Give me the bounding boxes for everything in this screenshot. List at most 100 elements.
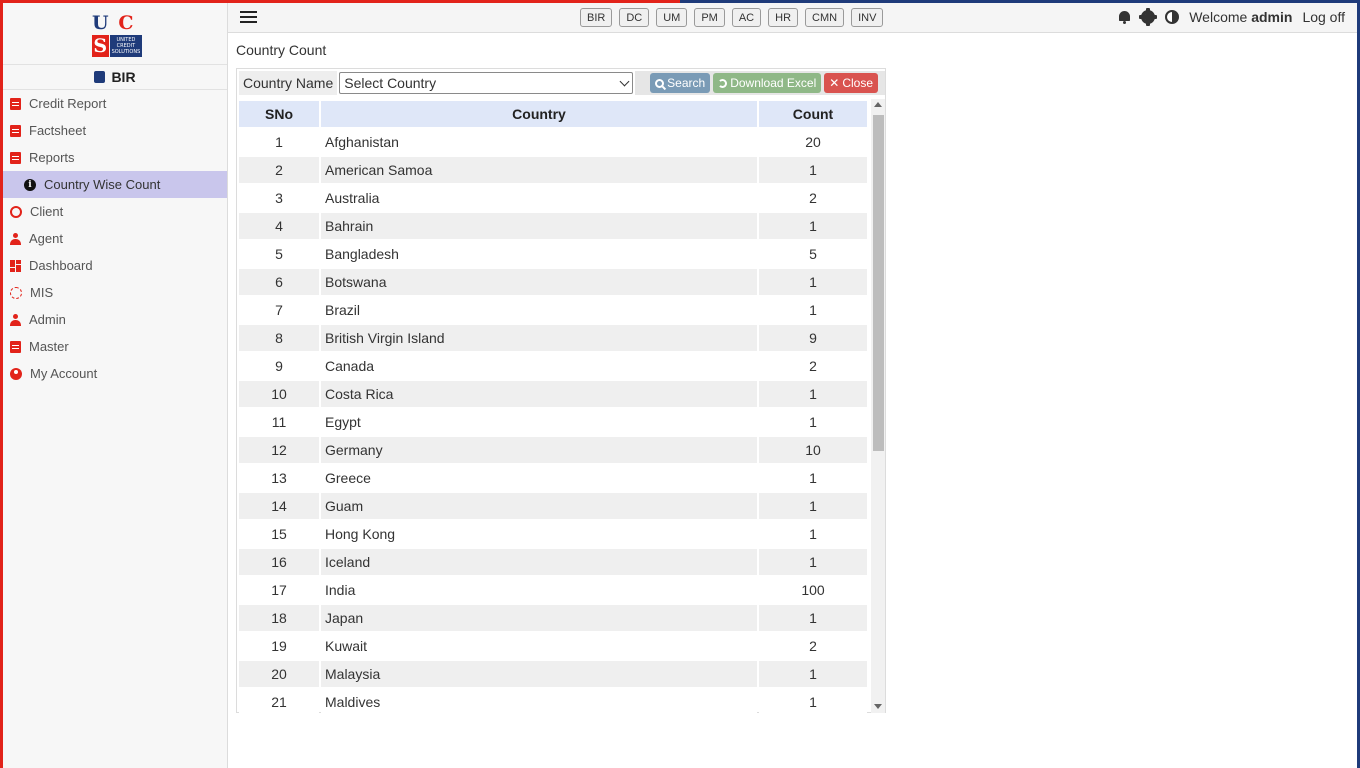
- module-button-dc[interactable]: DC: [619, 8, 650, 27]
- table-row[interactable]: 11 Egypt 1: [239, 409, 867, 435]
- table-row[interactable]: 4 Bahrain 1: [239, 213, 867, 239]
- scroll-down-arrow-icon[interactable]: [874, 704, 882, 709]
- table-row[interactable]: 5 Bangladesh 5: [239, 241, 867, 267]
- sidebar-item-mis[interactable]: MIS: [3, 279, 227, 306]
- table-body: 1 Afghanistan 20 2 American Samoa 1 3 Australia…: [239, 129, 867, 713]
- cell-country: Kuwait: [321, 633, 757, 659]
- cell-country: Brazil: [321, 297, 757, 323]
- search-button[interactable]: Search: [650, 73, 711, 93]
- cell-count: 20: [759, 129, 867, 155]
- table-row[interactable]: 13 Greece 1: [239, 465, 867, 491]
- scroll-thumb[interactable]: [873, 115, 884, 451]
- cell-sno: 17: [239, 577, 319, 603]
- cell-country: Germany: [321, 437, 757, 463]
- table-row[interactable]: 21 Maldives 1: [239, 689, 867, 713]
- action-buttons: Search Download Excel ✕ Close: [635, 71, 885, 95]
- cell-sno: 4: [239, 213, 319, 239]
- sidebar-item-agent[interactable]: Agent: [3, 225, 227, 252]
- cell-count: 1: [759, 661, 867, 687]
- sidebar-item-credit-report[interactable]: Credit Report: [3, 90, 227, 117]
- table-row[interactable]: 1 Afghanistan 20: [239, 129, 867, 155]
- country-count-table: SNo Country Count 1 Afghanistan 20 2 America…: [237, 99, 869, 713]
- cell-country: American Samoa: [321, 157, 757, 183]
- table-row[interactable]: 15 Hong Kong 1: [239, 521, 867, 547]
- table-row[interactable]: 6 Botswana 1: [239, 269, 867, 295]
- module-button-hr[interactable]: HR: [768, 8, 799, 27]
- cell-count: 2: [759, 185, 867, 211]
- sidebar-item-admin[interactable]: Admin: [3, 306, 227, 333]
- cell-count: 1: [759, 549, 867, 575]
- module-button-bir[interactable]: BIR: [580, 8, 613, 27]
- module-button-cmn[interactable]: CMN: [805, 8, 845, 27]
- sidebar-item-master[interactable]: Master: [3, 333, 227, 360]
- notification-bell-icon[interactable]: [1118, 10, 1131, 24]
- cell-count: 1: [759, 689, 867, 713]
- logoff-link[interactable]: Log off: [1302, 9, 1345, 25]
- table-row[interactable]: 12 Germany 10: [239, 437, 867, 463]
- logo-letter-u: U: [92, 11, 109, 34]
- column-header-country[interactable]: Country: [321, 101, 757, 127]
- table-row[interactable]: 19 Kuwait 2: [239, 633, 867, 659]
- sidebar-item-label: Master: [29, 339, 69, 354]
- theme-contrast-icon[interactable]: [1165, 10, 1180, 24]
- sidebar-item-client[interactable]: Client: [3, 198, 227, 225]
- table-row[interactable]: 2 American Samoa 1: [239, 157, 867, 183]
- search-icon: [655, 78, 665, 88]
- cell-sno: 7: [239, 297, 319, 323]
- menu-toggle-icon[interactable]: [240, 11, 257, 24]
- table-row[interactable]: 9 Canada 2: [239, 353, 867, 379]
- sidebar-item-label: Dashboard: [29, 258, 93, 273]
- cell-sno: 5: [239, 241, 319, 267]
- cell-sno: 21: [239, 689, 319, 713]
- module-button-inv[interactable]: INV: [851, 8, 884, 27]
- module-button-pm[interactable]: PM: [694, 8, 725, 27]
- module-button-um[interactable]: UM: [656, 8, 688, 27]
- close-button[interactable]: ✕ Close: [824, 73, 878, 93]
- cell-count: 1: [759, 269, 867, 295]
- factsheet-icon: [10, 124, 21, 137]
- cell-sno: 14: [239, 493, 319, 519]
- sidebar: U C S UNITED CREDIT SOLUTIONS BIR Credit…: [3, 3, 228, 768]
- country-select[interactable]: Select Country: [339, 72, 634, 94]
- cell-country: Iceland: [321, 549, 757, 575]
- sidebar-item-label: My Account: [30, 366, 98, 381]
- sidebar-item-reports[interactable]: Reports: [3, 144, 227, 171]
- cell-sno: 12: [239, 437, 319, 463]
- table-row[interactable]: 3 Australia 2: [239, 185, 867, 211]
- column-header-sno[interactable]: SNo: [239, 101, 319, 127]
- module-header: BIR: [3, 65, 227, 90]
- table-row[interactable]: 7 Brazil 1: [239, 297, 867, 323]
- download-excel-button[interactable]: Download Excel: [713, 73, 822, 93]
- table-row[interactable]: 10 Costa Rica 1: [239, 381, 867, 407]
- table-row[interactable]: 18 Japan 1: [239, 605, 867, 631]
- sidebar-item-country-wise-count[interactable]: i Country Wise Count: [3, 171, 227, 198]
- sidebar-item-factsheet[interactable]: Factsheet: [3, 117, 227, 144]
- settings-gear-icon[interactable]: [1139, 8, 1158, 26]
- sidebar-item-dashboard[interactable]: Dashboard: [3, 252, 227, 279]
- filter-bar: Country Name Select Country Search Downl…: [237, 69, 885, 97]
- logo-letter-s: S: [92, 34, 109, 57]
- cell-count: 1: [759, 157, 867, 183]
- table-row[interactable]: 20 Malaysia 1: [239, 661, 867, 687]
- info-icon: i: [24, 178, 36, 191]
- table-row[interactable]: 16 Iceland 1: [239, 549, 867, 575]
- cell-count: 1: [759, 409, 867, 435]
- country-count-panel: Country Name Select Country Search Downl…: [236, 68, 886, 713]
- column-header-count[interactable]: Count: [759, 101, 867, 127]
- sidebar-item-my-account[interactable]: My Account: [3, 360, 227, 387]
- chevron-down-icon: [619, 76, 630, 86]
- logo-letter-c: C: [118, 11, 134, 34]
- page-title: Country Count: [236, 42, 327, 58]
- top-bar: BIR DC UM PM AC HR CMN INV Welcome admin…: [228, 3, 1357, 33]
- cell-count: 5: [759, 241, 867, 267]
- cell-sno: 9: [239, 353, 319, 379]
- download-excel-label: Download Excel: [730, 76, 817, 90]
- module-button-ac[interactable]: AC: [731, 8, 762, 27]
- ucs-logo[interactable]: U C S UNITED CREDIT SOLUTIONS: [92, 11, 143, 57]
- scroll-up-arrow-icon[interactable]: [874, 102, 882, 107]
- table-row[interactable]: 14 Guam 1: [239, 493, 867, 519]
- cell-sno: 3: [239, 185, 319, 211]
- table-scrollbar[interactable]: [871, 99, 885, 713]
- table-row[interactable]: 17 India 100: [239, 577, 867, 603]
- table-row[interactable]: 8 British Virgin Island 9: [239, 325, 867, 351]
